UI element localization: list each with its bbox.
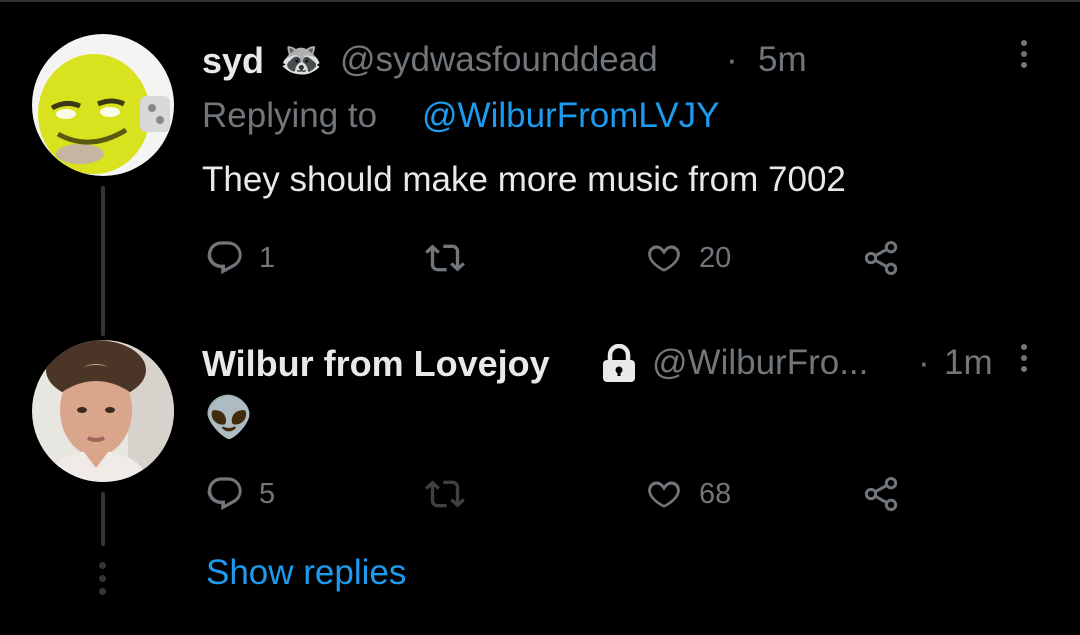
share-icon bbox=[864, 477, 898, 511]
tweet1-like-button[interactable]: 20 bbox=[643, 238, 731, 278]
tweet2-text: 👽 bbox=[204, 396, 254, 440]
retweet-icon bbox=[425, 480, 465, 508]
tweet2-time[interactable]: 1m bbox=[944, 343, 993, 383]
tweet1-separator: · bbox=[726, 40, 738, 79]
tweet2-more-options-icon[interactable] bbox=[1019, 344, 1029, 372]
heart-icon bbox=[648, 245, 680, 272]
tweet2-share-button[interactable] bbox=[860, 474, 902, 514]
thread-continue-dots bbox=[99, 562, 106, 595]
show-replies-link[interactable]: Show replies bbox=[206, 553, 406, 593]
thread-connector-line-2 bbox=[101, 492, 105, 546]
heart-icon bbox=[648, 481, 680, 508]
tweet1-replying-to-link[interactable]: @WilburFromLVJY bbox=[422, 96, 719, 136]
tweet2-reply-button[interactable]: 5 bbox=[205, 474, 275, 514]
tweet1-reply-count: 1 bbox=[259, 241, 276, 274]
tweet2-like-count: 68 bbox=[699, 477, 732, 510]
lock-icon bbox=[601, 343, 637, 389]
tweet1-retweet-button[interactable] bbox=[424, 238, 480, 278]
avatar-wilbur[interactable] bbox=[32, 340, 174, 482]
tweet2-retweet-button[interactable] bbox=[424, 474, 480, 514]
tweet1-replying-prefix: Replying to bbox=[202, 96, 378, 135]
tweet1-time[interactable]: 5m bbox=[758, 40, 807, 80]
tweet2-handle[interactable]: @WilburFro... bbox=[652, 343, 868, 383]
tweet1-share-button[interactable] bbox=[860, 238, 902, 278]
avatar-syd[interactable] bbox=[32, 34, 174, 176]
tweet1-badge-emoji: 🦝 bbox=[280, 41, 323, 79]
tweet1-reply-button[interactable]: 1 bbox=[205, 238, 275, 278]
thread-connector-line bbox=[101, 186, 105, 336]
reply-icon bbox=[207, 241, 242, 275]
tweet2-separator: · bbox=[918, 343, 930, 382]
tweet1-display-name[interactable]: syd bbox=[202, 40, 264, 82]
tweet1-handle[interactable]: @sydwasfounddead bbox=[340, 40, 658, 80]
tweet2-like-button[interactable]: 68 bbox=[643, 474, 731, 514]
tweet1-like-count: 20 bbox=[699, 241, 732, 274]
share-icon bbox=[864, 241, 898, 275]
tweet1-more-options-icon[interactable] bbox=[1019, 40, 1029, 68]
tweet1-text: They should make more music from 7002 bbox=[202, 160, 846, 199]
reply-icon bbox=[207, 477, 242, 511]
tweet2-display-name[interactable]: Wilbur from Lovejoy bbox=[202, 343, 550, 385]
retweet-icon bbox=[425, 244, 465, 272]
tweet2-reply-count: 5 bbox=[259, 477, 276, 510]
top-divider bbox=[0, 0, 1080, 2]
